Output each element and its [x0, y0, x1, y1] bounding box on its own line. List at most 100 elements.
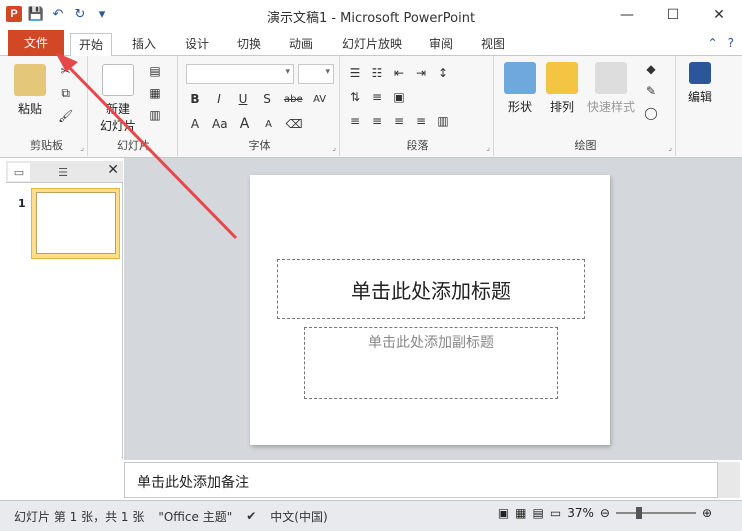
italic-button[interactable]: I [212, 92, 226, 106]
theme-name: "Office 主题" [158, 509, 233, 524]
tab-transitions[interactable]: 切换 [229, 33, 269, 56]
align-left-icon[interactable]: ≡ [348, 114, 362, 128]
dialog-launcher-icon[interactable]: ⌟ [332, 143, 336, 152]
dialog-launcher-icon[interactable]: ⌟ [486, 143, 490, 152]
subtitle-placeholder[interactable]: 单击此处添加副标题 [304, 327, 558, 399]
tab-home[interactable]: 开始 [70, 33, 113, 57]
outline-tab[interactable]: ☰ [52, 163, 74, 181]
zoom-in-icon[interactable]: ⊕ [702, 506, 712, 520]
slide-canvas[interactable]: 单击此处添加标题 单击此处添加副标题 [250, 175, 610, 445]
shapes-label: 形状 [507, 100, 532, 114]
shape-fill-icon[interactable]: ◆ [644, 62, 658, 76]
quick-styles-button[interactable]: 快速样式 [584, 62, 638, 115]
tab-review[interactable]: 审阅 [421, 33, 461, 56]
paste-label: 粘贴 [17, 102, 42, 116]
group-font: B I U S abe AV A Aa A A ⌫ 字体 ⌟ [180, 56, 340, 156]
tab-bar-icons: ⌃ ? [708, 36, 734, 50]
group-slides: 新建 幻灯片 ▤ ▦ ▥ 幻灯片 [90, 56, 178, 156]
grow-font-button[interactable]: A [238, 116, 252, 132]
tab-file[interactable]: 文件 [8, 30, 64, 56]
font-size-combo[interactable] [298, 64, 334, 84]
format-painter-icon[interactable]: 🖌 [58, 109, 73, 123]
align-right-icon[interactable]: ≡ [392, 114, 406, 128]
group-label-paragraph: 段落 [406, 139, 429, 152]
line-spacing-icon[interactable]: ↕ [436, 66, 450, 80]
close-pane-icon[interactable]: ✕ [107, 162, 119, 178]
numbering-icon[interactable]: ☷ [370, 66, 384, 80]
paste-button[interactable]: 粘贴 [10, 64, 50, 117]
new-slide-label2: 幻灯片 [99, 119, 136, 133]
zoom-out-icon[interactable]: ⊖ [600, 506, 610, 520]
clear-format-icon[interactable]: ⌫ [286, 117, 303, 131]
dialog-launcher-icon[interactable]: ⌟ [668, 143, 672, 152]
bold-button[interactable]: B [188, 92, 202, 106]
change-case-button[interactable]: Aa [212, 117, 228, 131]
editing-button[interactable]: 编辑 [682, 62, 718, 105]
bullets-icon[interactable]: ☰ [348, 66, 362, 80]
slideshow-view-icon[interactable]: ▭ [550, 506, 561, 520]
shape-effects-icon[interactable]: ◯ [644, 106, 658, 120]
spell-check-icon[interactable]: ✔ [246, 509, 256, 523]
zoom-slider[interactable] [615, 507, 696, 519]
decrease-indent-icon[interactable]: ⇤ [392, 66, 406, 80]
notes-pane[interactable]: 单击此处添加备注 [124, 462, 718, 498]
reset-icon[interactable]: ▦ [148, 86, 162, 100]
tab-design[interactable]: 设计 [177, 33, 217, 56]
new-slide-button[interactable]: 新建 幻灯片 [96, 64, 140, 134]
dialog-launcher-icon[interactable]: ⌟ [80, 143, 84, 152]
align-center-icon[interactable]: ≡ [370, 114, 384, 128]
shrink-font-button[interactable]: A [262, 119, 276, 130]
shapes-button[interactable]: 形状 [500, 62, 540, 115]
close-button[interactable]: ✕ [696, 0, 742, 30]
layout-icon[interactable]: ▤ [148, 64, 162, 78]
arrange-button[interactable]: 排列 [542, 62, 582, 115]
shape-outline-icon[interactable]: ✎ [644, 84, 658, 98]
text-direction-icon[interactable]: ⇅ [348, 90, 362, 104]
language[interactable]: 中文(中国) [270, 508, 327, 525]
title-placeholder[interactable]: 单击此处添加标题 [277, 259, 585, 319]
editing-label: 编辑 [687, 90, 712, 104]
tab-insert[interactable]: 插入 [124, 33, 164, 56]
increase-indent-icon[interactable]: ⇥ [414, 66, 428, 80]
justify-icon[interactable]: ≡ [414, 114, 428, 128]
group-label-font: 字体 [248, 139, 271, 152]
smartart-icon[interactable]: ▣ [392, 90, 406, 104]
new-slide-label: 新建 [105, 102, 130, 116]
vertical-scrollbar[interactable] [718, 462, 740, 498]
slide-thumbnail[interactable] [31, 188, 120, 259]
collapse-ribbon-icon[interactable]: ⌃ [708, 36, 718, 50]
slide-editing-area: 单击此处添加标题 单击此处添加副标题 [124, 158, 742, 460]
strikethrough-button[interactable]: abe [284, 94, 303, 105]
align-text-icon[interactable]: ≡ [370, 90, 384, 104]
reading-view-icon[interactable]: ▤ [533, 506, 544, 520]
columns-icon[interactable]: ▥ [436, 114, 450, 128]
copy-icon[interactable]: ⧉ [59, 86, 73, 101]
font-name-combo[interactable] [186, 64, 294, 84]
zoom-level[interactable]: 37% [567, 506, 594, 520]
ribbon: 粘贴 ✂ ⧉ 🖌 剪贴板 ⌟ 新建 幻灯片 ▤ ▦ ▥ 幻灯片 B I U S [0, 56, 742, 158]
help-icon[interactable]: ? [728, 36, 734, 50]
group-label-drawing: 绘图 [574, 139, 597, 152]
normal-view-icon[interactable]: ▣ [498, 506, 509, 520]
font-row1: B I U S abe AV [188, 92, 327, 106]
char-spacing-button[interactable]: AV [313, 94, 327, 105]
maximize-button[interactable]: ☐ [650, 0, 696, 30]
group-editing: 编辑 [678, 56, 718, 156]
section-icon[interactable]: ▥ [148, 108, 162, 122]
slides-small-buttons: ▤ ▦ ▥ [148, 64, 162, 122]
tab-view[interactable]: 视图 [473, 33, 513, 56]
slides-tab[interactable]: ▭ [8, 163, 30, 181]
group-clipboard: 粘贴 ✂ ⧉ 🖌 剪贴板 ⌟ [6, 56, 88, 156]
cut-icon[interactable]: ✂ [59, 64, 73, 78]
text-effects-button[interactable]: A [188, 117, 202, 131]
quick-styles-label: 快速样式 [586, 100, 635, 114]
paste-icon [14, 64, 46, 96]
sorter-view-icon[interactable]: ▦ [515, 506, 526, 520]
minimize-button[interactable]: — [604, 0, 650, 30]
tab-slideshow[interactable]: 幻灯片放映 [334, 33, 410, 56]
shadow-button[interactable]: S [260, 92, 274, 106]
group-drawing: 形状 排列 快速样式 ◆ ✎ ◯ 绘图 ⌟ [496, 56, 676, 156]
tab-animations[interactable]: 动画 [281, 33, 321, 56]
group-label-slides: 幻灯片 [117, 139, 150, 152]
underline-button[interactable]: U [236, 92, 250, 106]
